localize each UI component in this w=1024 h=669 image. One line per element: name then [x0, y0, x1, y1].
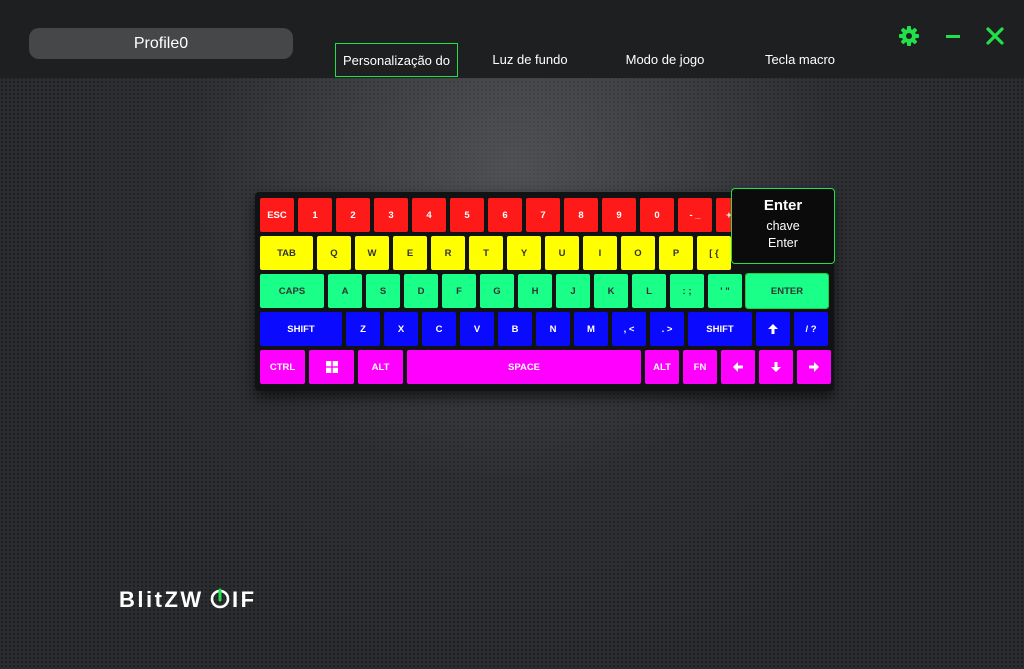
key-enter[interactable]: ENTER: [745, 273, 829, 309]
key-e[interactable]: E: [393, 236, 427, 270]
key-alt[interactable]: ALT: [645, 350, 679, 384]
key-8[interactable]: 8: [564, 198, 598, 232]
key-shift[interactable]: SHIFT: [688, 312, 752, 346]
key-o[interactable]: O: [621, 236, 655, 270]
key-1[interactable]: 1: [298, 198, 332, 232]
key-ctrl[interactable]: CTRL: [260, 350, 305, 384]
tab-modo-de-jogo[interactable]: Modo de jogo: [612, 43, 718, 77]
key-g[interactable]: G: [480, 274, 514, 308]
key-sym-2-11[interactable]: ' ": [708, 274, 742, 308]
key-a[interactable]: A: [328, 274, 362, 308]
key-shift[interactable]: SHIFT: [260, 312, 342, 346]
key-d[interactable]: D: [404, 274, 438, 308]
up-arrow: [768, 324, 778, 334]
right-arrow: [809, 362, 819, 372]
tooltip-line-1: chave: [766, 219, 800, 233]
title-bar: Profile0 Personalização do Luz de fundo …: [0, 0, 1024, 78]
down-arrow: [771, 362, 781, 372]
key-fn[interactable]: FN: [683, 350, 717, 384]
minimize-icon[interactable]: [942, 25, 964, 47]
blitzwolf-logo: BlitZW IF: [119, 587, 257, 612]
key-h[interactable]: H: [518, 274, 552, 308]
key-z[interactable]: Z: [346, 312, 380, 346]
key-sym-3-8[interactable]: , <: [612, 312, 646, 346]
key-2[interactable]: 2: [336, 198, 370, 232]
key-sym-0-11[interactable]: - _: [678, 198, 712, 232]
key-sym-2-10[interactable]: : ;: [670, 274, 704, 308]
key-f[interactable]: F: [442, 274, 476, 308]
key-l[interactable]: L: [632, 274, 666, 308]
key-c[interactable]: C: [422, 312, 456, 346]
key-3[interactable]: 3: [374, 198, 408, 232]
key-n[interactable]: N: [536, 312, 570, 346]
key-left-arrow[interactable]: [721, 350, 755, 384]
key-b[interactable]: B: [498, 312, 532, 346]
key-s[interactable]: S: [366, 274, 400, 308]
svg-text:IF: IF: [232, 587, 257, 612]
tooltip-line-2: Enter: [768, 236, 798, 250]
key-0[interactable]: 0: [640, 198, 674, 232]
key-5[interactable]: 5: [450, 198, 484, 232]
key-sym-3-9[interactable]: . >: [650, 312, 684, 346]
key-w[interactable]: W: [355, 236, 389, 270]
tab-tecla-macro[interactable]: Tecla macro: [750, 43, 850, 77]
key-tab[interactable]: TAB: [260, 236, 313, 270]
key-windows-icon[interactable]: [309, 350, 354, 384]
key-caps[interactable]: CAPS: [260, 274, 324, 308]
key-x[interactable]: X: [384, 312, 418, 346]
key-right-arrow[interactable]: [797, 350, 831, 384]
key-4[interactable]: 4: [412, 198, 446, 232]
key-sym-3-12[interactable]: / ?: [794, 312, 828, 346]
key-q[interactable]: Q: [317, 236, 351, 270]
key-alt[interactable]: ALT: [358, 350, 403, 384]
key-v[interactable]: V: [460, 312, 494, 346]
key-up-arrow[interactable]: [756, 312, 790, 346]
tab-personalizacao[interactable]: Personalização do: [335, 43, 458, 77]
profile-selector[interactable]: Profile0: [29, 28, 293, 59]
svg-text:BlitZW: BlitZW: [119, 587, 204, 612]
key-m[interactable]: M: [574, 312, 608, 346]
gear-icon[interactable]: [898, 25, 920, 47]
left-arrow: [733, 362, 743, 372]
key-sym-1-11[interactable]: [ {: [697, 236, 731, 270]
key-j[interactable]: J: [556, 274, 590, 308]
key-down-arrow[interactable]: [759, 350, 793, 384]
tooltip-title: Enter: [763, 197, 803, 214]
key-esc[interactable]: ESC: [260, 198, 294, 232]
key-space[interactable]: SPACE: [407, 350, 641, 384]
tab-luz-de-fundo[interactable]: Luz de fundo: [478, 43, 582, 77]
key-y[interactable]: Y: [507, 236, 541, 270]
windows-icon: [325, 361, 338, 373]
close-icon[interactable]: [984, 25, 1006, 47]
key-i[interactable]: I: [583, 236, 617, 270]
key-t[interactable]: T: [469, 236, 503, 270]
key-6[interactable]: 6: [488, 198, 522, 232]
key-r[interactable]: R: [431, 236, 465, 270]
key-7[interactable]: 7: [526, 198, 560, 232]
key-tooltip: Enter chave Enter: [731, 188, 835, 264]
key-k[interactable]: K: [594, 274, 628, 308]
key-p[interactable]: P: [659, 236, 693, 270]
key-u[interactable]: U: [545, 236, 579, 270]
key-9[interactable]: 9: [602, 198, 636, 232]
